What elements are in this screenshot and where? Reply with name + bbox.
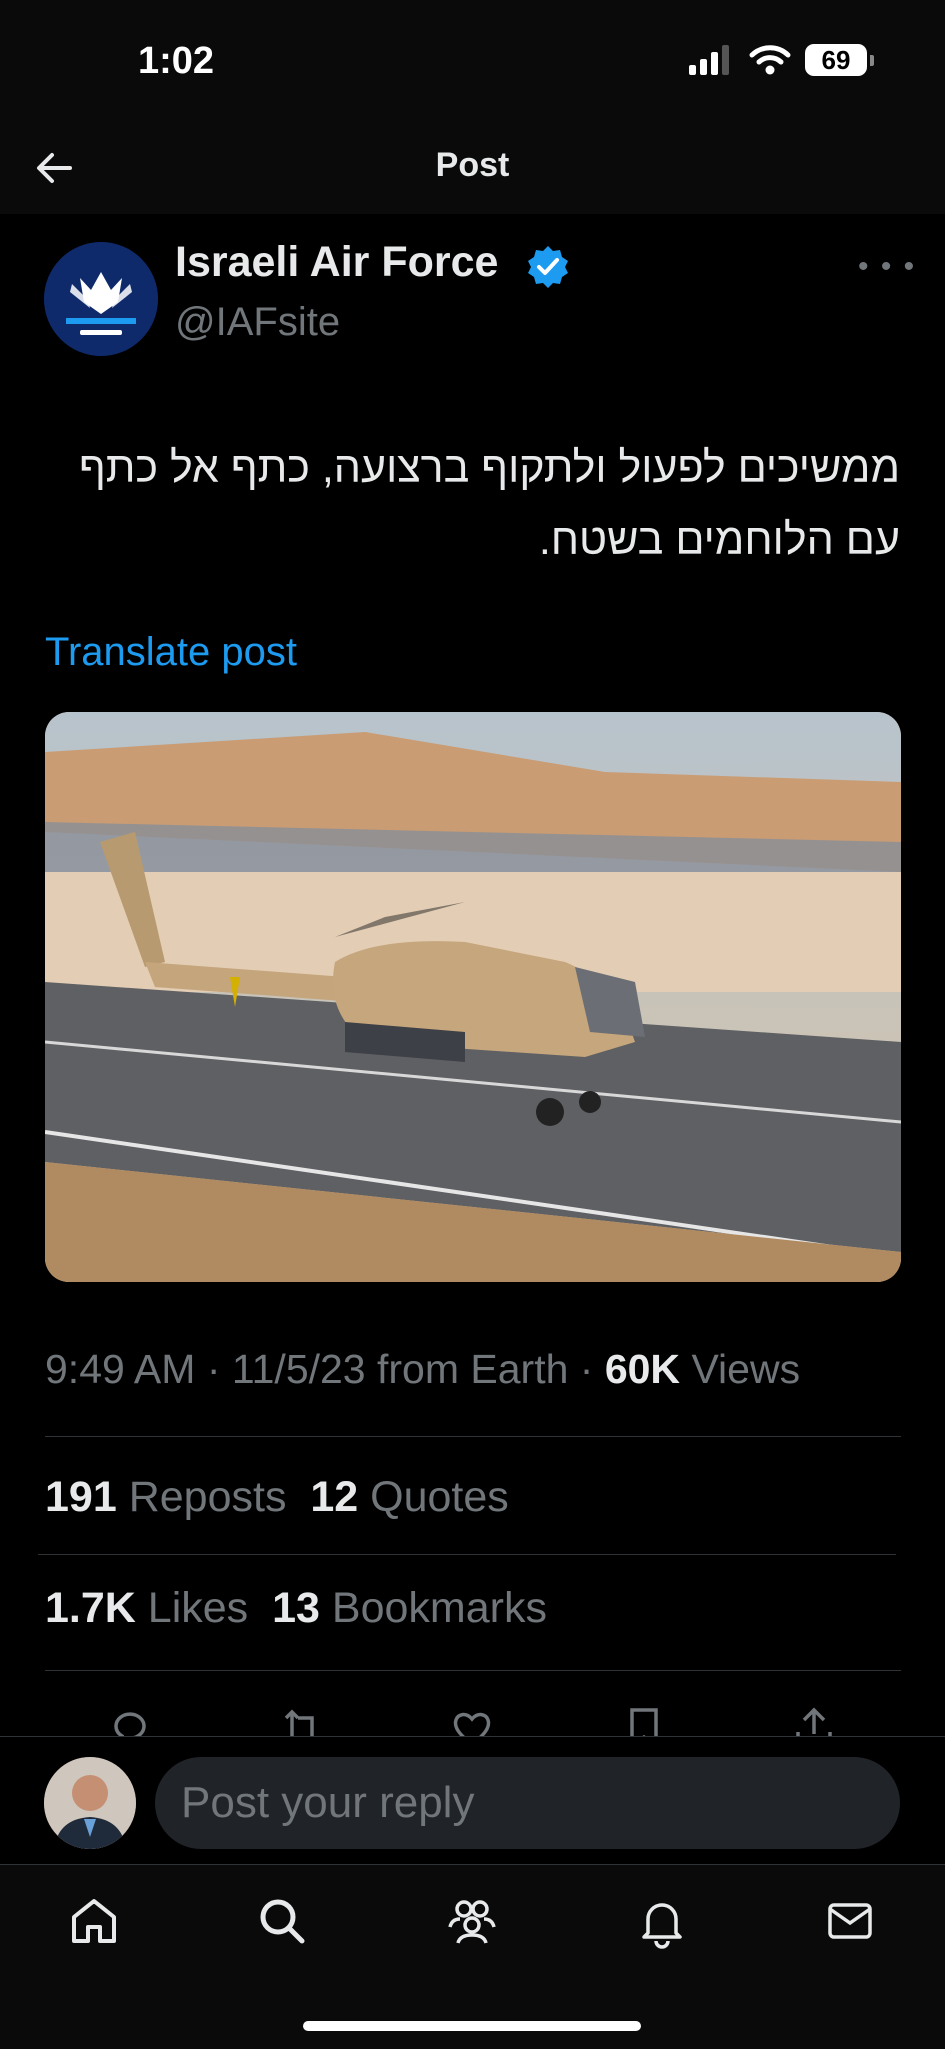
quotes-count: 12 [310, 1473, 359, 1521]
bookmarks-count: 13 [272, 1584, 320, 1632]
bookmarks-label: Bookmarks [331, 1584, 547, 1632]
translate-post-link[interactable]: Translate post [45, 630, 297, 675]
communities-icon[interactable] [444, 1893, 500, 1949]
heart-icon[interactable] [448, 1704, 496, 1736]
divider [45, 1436, 901, 1437]
reposts-stat[interactable]: 191 Reposts [45, 1473, 286, 1521]
share-icon[interactable] [790, 1704, 838, 1736]
bookmarks-stat[interactable]: 13 Bookmarks [272, 1584, 547, 1632]
views-label: Views [680, 1346, 801, 1392]
post-image[interactable] [45, 712, 901, 1282]
post-meta: 9:49 AM · 11/5/23 from Earth · 60K Views [45, 1346, 800, 1393]
divider [38, 1554, 896, 1555]
home-icon[interactable] [66, 1893, 122, 1949]
likes-label: Likes [147, 1584, 249, 1632]
status-icons: 69 [687, 44, 874, 76]
author-avatar[interactable] [44, 242, 158, 356]
repost-icon[interactable] [278, 1704, 326, 1736]
author-name[interactable]: Israeli Air Force [175, 238, 498, 287]
apache-helicopter-photo [45, 712, 901, 1282]
page-title: Post [435, 146, 510, 184]
divider [45, 1670, 901, 1671]
iaf-emblem-icon [44, 242, 158, 356]
search-icon[interactable] [254, 1893, 310, 1949]
top-nav: Post [0, 118, 945, 214]
views-count: 60K [604, 1346, 681, 1392]
bookmark-icon[interactable] [620, 1704, 668, 1736]
reply-input[interactable]: Post your reply [155, 1757, 900, 1849]
author-handle[interactable]: @IAFsite [175, 300, 340, 345]
action-bar [0, 1700, 945, 1736]
verified-badge-icon [528, 246, 568, 288]
reply-icon[interactable] [106, 1704, 154, 1736]
post-text: ממשיכים לפעול ולתקוף ברצועה, כתף אל כתף … [78, 444, 900, 564]
more-icon[interactable]: • • • [858, 250, 916, 284]
likes-count: 1.7K [45, 1584, 136, 1632]
status-time: 1:02 [138, 40, 215, 82]
messages-icon[interactable] [822, 1893, 878, 1949]
status-bar: 1:02 69 [0, 0, 945, 118]
post-timestamp: 9:49 AM · 11/5/23 from Earth · [45, 1346, 605, 1392]
battery-indicator: 69 [805, 44, 874, 76]
user-photo [44, 1757, 136, 1849]
quotes-stat[interactable]: 12 Quotes [310, 1473, 508, 1521]
repost-quote-stats: 191 Reposts 12 Quotes [45, 1473, 509, 1522]
signal-icon [689, 45, 729, 75]
bottom-tab-bar [0, 1864, 945, 2049]
notifications-icon[interactable] [634, 1893, 690, 1949]
like-bookmark-stats: 1.7K Likes 13 Bookmarks [45, 1584, 547, 1633]
reposts-label: Reposts [128, 1473, 287, 1521]
reply-bar: Post your reply [0, 1736, 945, 1865]
likes-stat[interactable]: 1.7K Likes [45, 1584, 248, 1632]
user-avatar[interactable] [44, 1757, 136, 1849]
reposts-count: 191 [45, 1473, 117, 1521]
quotes-label: Quotes [370, 1473, 509, 1521]
home-indicator [303, 2021, 641, 2031]
wifi-icon [749, 45, 791, 75]
